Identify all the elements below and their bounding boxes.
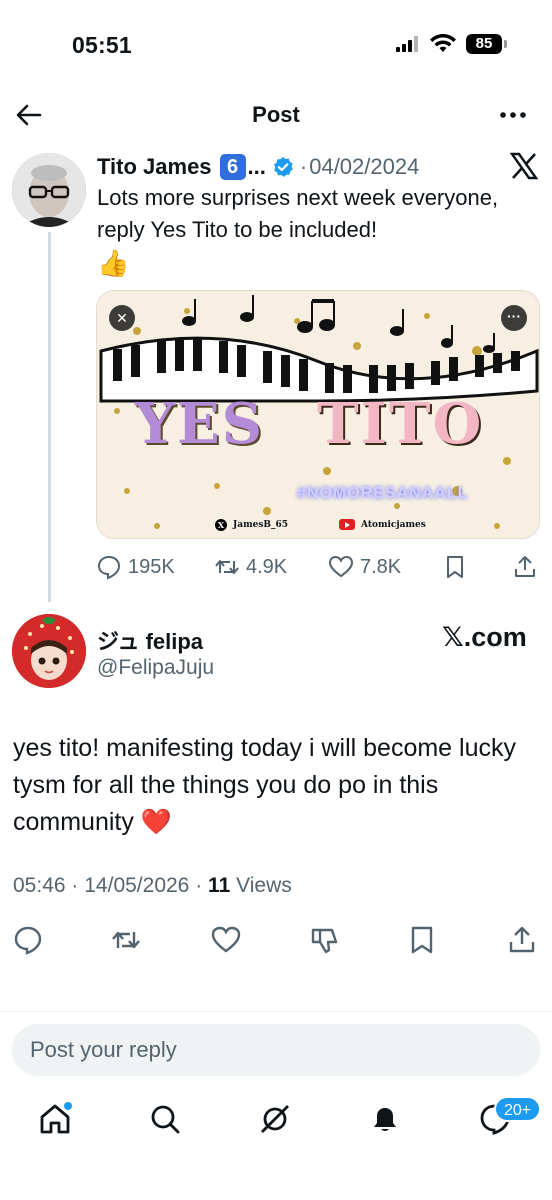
battery-indicator: 85	[466, 34, 507, 54]
bookmark-icon	[447, 556, 463, 578]
repost-icon[interactable]	[110, 924, 142, 956]
views-label[interactable]: Views	[236, 874, 292, 897]
heart-icon[interactable]	[210, 924, 242, 956]
original-tweet-header: Tito James 6 ... · 04/02/2024	[97, 152, 419, 182]
tweet-date: 04/02/2024	[309, 154, 420, 179]
bottom-tab-bar	[0, 1094, 552, 1154]
date-separator: ·	[299, 154, 308, 179]
reply-date: 14/05/2026	[84, 874, 190, 897]
x-logo-icon	[510, 152, 538, 180]
like-action[interactable]: 7.8K	[328, 552, 401, 582]
name-truncation: ...	[247, 154, 266, 179]
media-credit-x: X JamesB_65	[215, 519, 288, 531]
media-close-icon: ✕	[109, 305, 135, 331]
reply-tweet-meta: 05:46 · 14/05/2026 · 11 Views	[13, 874, 292, 898]
reply-time: 05:46	[13, 874, 66, 897]
credit-x-label: JamesB_65	[233, 520, 289, 530]
source-label: 𝕏.com	[442, 622, 527, 652]
author-name[interactable]: Tito James	[97, 154, 212, 180]
meta-separator: ·	[71, 874, 79, 897]
heart-icon	[328, 555, 354, 578]
number-badge: 6	[219, 154, 246, 180]
reply-icon	[97, 555, 121, 580]
bookmark-icon[interactable]	[406, 924, 438, 956]
original-tweet-text: Lots more surprises next week everyone, …	[97, 185, 499, 242]
thumbs-up-emoji: 👍	[97, 248, 130, 278]
media-credit-youtube: Atomicjames	[339, 519, 426, 530]
reply-author-name[interactable]: ジュ felipa	[97, 624, 203, 656]
x-mini-icon: X	[215, 519, 227, 531]
share-icon[interactable]	[506, 924, 538, 956]
avatar[interactable]	[12, 614, 86, 688]
divider	[0, 1011, 552, 1012]
home-unread-dot	[64, 1102, 72, 1110]
repost-action[interactable]: 4.9K	[214, 552, 287, 582]
search-icon[interactable]	[148, 1102, 182, 1136]
original-tweet-actions: 195K 4.9K 7.8K	[96, 552, 540, 582]
status-bar: 05:51 85	[0, 0, 552, 90]
reply-action[interactable]: 195K	[96, 552, 175, 582]
share-action[interactable]	[512, 552, 544, 582]
media-more-icon: ···	[501, 305, 527, 331]
avatar-photo-felipa	[12, 614, 86, 688]
avatar[interactable]	[12, 153, 86, 227]
more-options-icon[interactable]	[498, 102, 528, 128]
thread-line	[48, 232, 51, 602]
reply-input[interactable]: Post your reply	[12, 1024, 540, 1076]
meta-separator: ·	[195, 874, 203, 897]
reply-tweet-text: yes tito! manifesting today i will becom…	[13, 734, 516, 836]
like-count: 7.8K	[360, 555, 402, 578]
messages-badge: 20+	[494, 1096, 542, 1122]
media-title-tito: TITO	[317, 391, 484, 457]
views-count: 11	[208, 874, 231, 897]
repost-icon	[215, 560, 239, 574]
notifications-bell-icon[interactable]	[368, 1102, 402, 1136]
verified-badge-icon	[273, 157, 293, 177]
share-icon	[515, 556, 535, 577]
avatar-photo-tito	[12, 153, 86, 227]
reply-author-handle[interactable]: @FelipaJuju	[97, 656, 214, 680]
reply-tweet-actions	[0, 922, 552, 958]
reply-icon[interactable]	[12, 924, 44, 956]
signal-icon	[396, 36, 418, 52]
grok-icon[interactable]	[258, 1102, 292, 1136]
status-time: 05:51	[72, 32, 132, 58]
media-hashtag: #NOMORESANAALL	[297, 485, 469, 502]
credit-youtube-label: Atomicjames	[361, 519, 426, 530]
bookmark-action[interactable]	[442, 552, 474, 582]
youtube-mini-icon	[339, 519, 355, 530]
dislike-icon[interactable]	[308, 924, 340, 956]
wifi-icon	[430, 34, 456, 52]
top-nav: Post	[0, 92, 552, 140]
media-title-yes: YES	[135, 391, 265, 457]
page-title: Post	[252, 102, 300, 127]
repost-count: 4.9K	[246, 555, 288, 578]
tweet-media-image[interactable]: ✕ ··· YES TITO #NOMORESANAALL X JamesB_6…	[96, 290, 540, 539]
reply-count: 195K	[128, 555, 175, 578]
